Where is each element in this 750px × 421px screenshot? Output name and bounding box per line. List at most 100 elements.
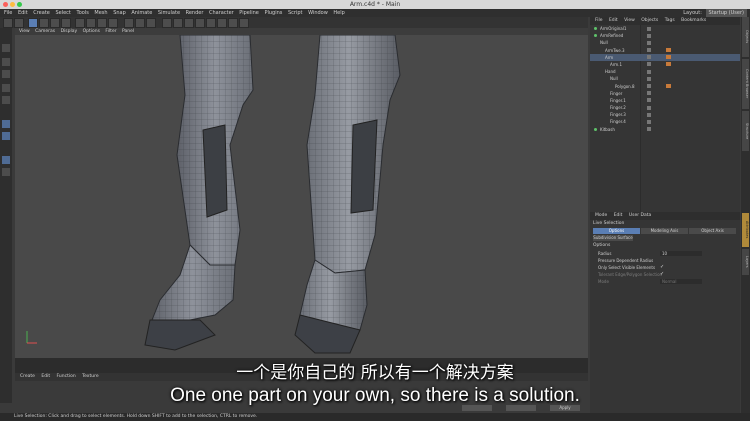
cube-icon[interactable] [162,18,172,28]
object-row[interactable]: Finger.4 [590,118,740,125]
redo-icon[interactable] [14,18,24,28]
tag-icon[interactable] [666,84,671,88]
rotate-icon[interactable] [61,18,71,28]
enable-axis-icon[interactable] [2,156,10,164]
object-row[interactable]: Kitbash [590,126,740,133]
visibility-flag-icon[interactable] [647,55,651,60]
attr-menu-mode[interactable]: Mode [595,213,607,218]
camera-icon[interactable] [228,18,238,28]
attribute-value-field[interactable]: Normal [660,279,702,284]
object-name[interactable]: Finger.3 [610,111,626,118]
object-name[interactable]: Hand [605,68,616,75]
object-row[interactable]: Polygon.8 [590,83,740,90]
layout-value[interactable]: Startup (User) [705,9,747,17]
object-name[interactable]: ArmOriginal1 [600,25,626,32]
menu-animate[interactable]: Animate [131,10,152,16]
attr-menu-user-data[interactable]: User Data [629,213,651,218]
viewport-menu-cameras[interactable]: Cameras [35,29,55,34]
tab-modeling-axis[interactable]: Modeling Axis [641,228,688,234]
visibility-flag-icon[interactable] [647,91,651,96]
subdivision-icon[interactable] [184,18,194,28]
texture-mode-icon[interactable] [2,58,10,66]
viewport-menu-display[interactable]: Display [61,29,78,34]
visibility-flag-icon[interactable] [647,69,651,74]
viewport-menu-options[interactable]: Options [83,29,100,34]
tag-icon[interactable] [666,62,671,67]
live-selection-icon[interactable] [28,18,38,28]
snapping-icon[interactable] [2,168,10,176]
object-row[interactable]: Arm [590,53,740,61]
visibility-flag-icon[interactable] [647,119,651,124]
visibility-flag-icon[interactable] [647,76,651,81]
light-icon[interactable] [239,18,249,28]
menu-help[interactable]: Help [333,10,344,16]
scale-icon[interactable] [50,18,60,28]
points-mode-icon[interactable] [2,96,10,104]
side-tab-content-browser[interactable]: Content Browser [742,59,749,109]
visibility-flag-icon[interactable] [647,127,651,132]
object-name[interactable]: Finger.4 [610,118,626,125]
coordinate-size-dropdown[interactable] [506,405,536,411]
object-row[interactable]: Hand [590,68,740,75]
visibility-flag-icon[interactable] [647,40,651,45]
viewport-menu-view[interactable]: View [19,29,30,34]
material-menu-edit[interactable]: Edit [41,374,50,379]
menu-character[interactable]: Character [209,10,234,16]
object-row[interactable]: Finger [590,90,740,97]
attribute-checkbox[interactable]: ✓ [660,264,664,271]
object-row[interactable]: Null [590,75,740,82]
menu-window[interactable]: Window [308,10,328,16]
menu-create[interactable]: Create [33,10,50,16]
tag-icon[interactable] [666,48,671,53]
workplane-icon[interactable] [2,70,10,78]
axis-z-icon[interactable] [97,18,107,28]
attribute-checkbox[interactable]: ✓ [660,271,664,278]
menu-select[interactable]: Select [55,10,70,16]
menu-snap[interactable]: Snap [113,10,126,16]
animation-timeline[interactable] [15,358,588,373]
material-menu-create[interactable]: Create [20,374,35,379]
3d-viewport[interactable] [15,35,588,358]
menu-mesh[interactable]: Mesh [94,10,107,16]
menu-plugins[interactable]: Plugins [264,10,282,16]
floor-icon[interactable] [217,18,227,28]
undo-icon[interactable] [3,18,13,28]
object-name[interactable]: ArmTwe.3 [605,47,625,54]
visibility-flag-icon[interactable] [647,105,651,110]
side-tab-structure[interactable]: Structure [742,111,749,151]
menu-edit[interactable]: Edit [18,10,28,16]
attribute-value-field[interactable]: 10 [660,251,702,256]
object-row[interactable]: ArmRefined [590,32,740,39]
pen-icon[interactable] [173,18,183,28]
make-editable-icon[interactable] [2,44,10,52]
apply-button[interactable]: Apply [550,405,580,411]
object-menu-file[interactable]: File [595,18,603,23]
visibility-flag-icon[interactable] [647,112,651,117]
menu-simulate[interactable]: Simulate [158,10,180,16]
object-name[interactable]: Arm.1 [610,61,622,68]
object-menu-bookmarks[interactable]: Bookmarks [681,18,706,23]
visibility-flag-icon[interactable] [647,84,651,88]
object-row[interactable]: ArmOriginal1 [590,25,740,32]
object-row[interactable]: ArmTwe.3 [590,47,740,54]
render-picture-viewer-icon[interactable] [135,18,145,28]
object-row[interactable]: Finger.2 [590,104,740,111]
polygons-mode-icon[interactable] [2,132,10,140]
menu-script[interactable]: Script [288,10,303,16]
move-icon[interactable] [39,18,49,28]
object-name[interactable]: Polygon.8 [615,83,635,90]
visibility-flag-icon[interactable] [647,62,651,67]
object-menu-objects[interactable]: Objects [641,18,658,23]
side-tab-layers[interactable]: Layers [742,249,749,275]
object-name[interactable]: Null [600,39,608,46]
axis-x-icon[interactable] [75,18,85,28]
render-view-icon[interactable] [124,18,134,28]
menu-file[interactable]: File [4,10,12,16]
viewport-menu-filter[interactable]: Filter [105,29,116,34]
object-menu-edit[interactable]: Edit [609,18,618,23]
model-mode-icon[interactable] [2,84,10,92]
coordinate-system-icon[interactable] [108,18,118,28]
tag-icon[interactable] [666,55,671,60]
visibility-flag-icon[interactable] [647,26,651,31]
visibility-flag-icon[interactable] [647,33,651,38]
